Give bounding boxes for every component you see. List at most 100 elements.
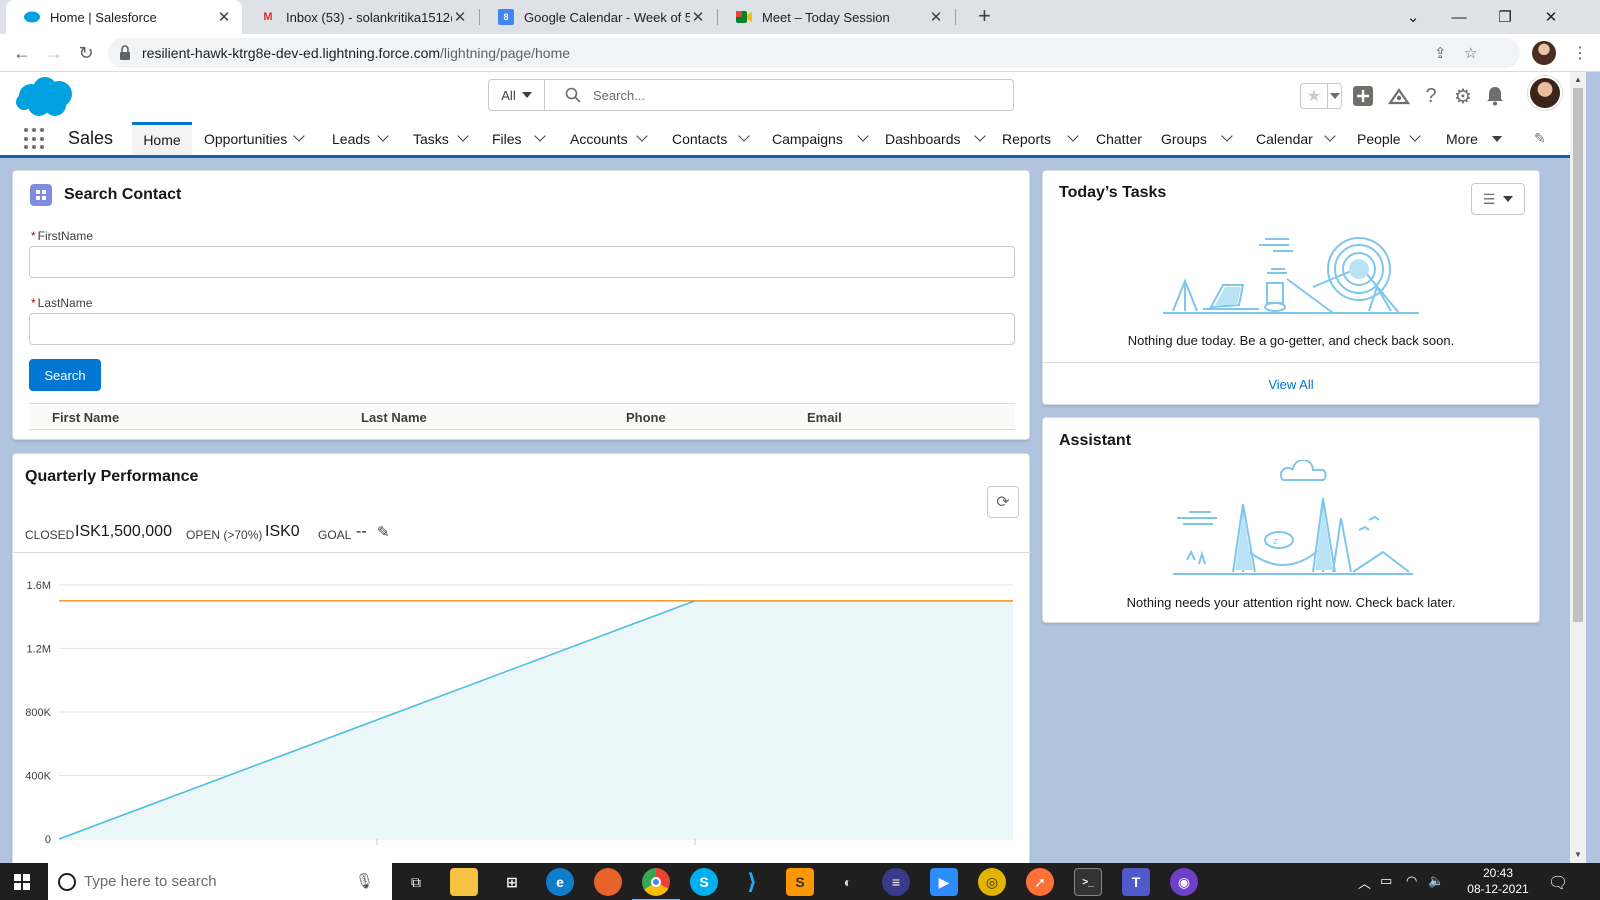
postman-icon[interactable]: ➚ (1026, 868, 1054, 896)
nav-item-chatter[interactable]: Chatter (1088, 122, 1162, 155)
file-explorer-icon[interactable] (450, 868, 478, 896)
scrollbar-thumb[interactable] (1573, 88, 1583, 622)
chevron-down-icon[interactable] (738, 130, 750, 142)
chevron-down-icon[interactable] (1221, 130, 1233, 142)
close-window-icon[interactable]: ✕ (1528, 0, 1574, 34)
user-avatar[interactable] (1528, 76, 1562, 110)
nav-item-tasks[interactable]: Tasks (405, 122, 473, 155)
github-desktop-icon[interactable]: ◉ (1170, 868, 1198, 896)
first-name-input[interactable] (29, 246, 1015, 278)
microsoft-store-icon[interactable]: ⊞ (498, 868, 526, 896)
edit-goal-pencil-icon[interactable]: ✎ (377, 523, 390, 541)
skype-icon[interactable]: S (690, 868, 718, 896)
system-clock[interactable]: 20:43 08-12-2021 (1466, 865, 1530, 897)
scroll-up-arrow-icon[interactable]: ▲ (1574, 75, 1582, 84)
column-header-first-name[interactable]: First Name (52, 410, 119, 425)
battery-icon[interactable]: ▭ (1380, 873, 1392, 889)
last-name-input[interactable] (29, 313, 1015, 345)
setup-gear-icon[interactable]: ⚙ (1450, 83, 1476, 109)
nav-item-opportunities[interactable]: Opportunities (196, 122, 312, 155)
nav-item-people[interactable]: People (1349, 122, 1427, 155)
windows-start-icon[interactable] (14, 874, 30, 890)
chevron-down-icon[interactable] (1067, 130, 1079, 142)
nav-item-leads[interactable]: Leads (324, 122, 392, 155)
browser-tab-salesforce[interactable]: Home | Salesforce ✕ (6, 0, 242, 34)
volume-icon[interactable]: 🔈 (1428, 873, 1444, 889)
sublime-text-icon[interactable]: S (786, 868, 814, 896)
firefox-icon[interactable] (594, 868, 622, 896)
tasks-filter-button[interactable]: ☰ (1471, 183, 1525, 215)
share-icon[interactable]: ⇪ (1434, 44, 1447, 62)
notifications-bell-icon[interactable] (1482, 83, 1508, 109)
nav-item-groups[interactable]: Groups (1153, 122, 1241, 155)
salesforce-logo[interactable] (15, 76, 75, 118)
app-icon[interactable]: ◎ (978, 868, 1006, 896)
chevron-down-icon[interactable] (377, 130, 389, 142)
global-actions-plus-icon[interactable] (1350, 83, 1376, 109)
task-view-icon[interactable]: ⧉ (402, 868, 430, 896)
browser-tab-gmail[interactable]: M Inbox (53) - solankritika1512@gm ✕ (242, 0, 478, 34)
nav-item-home[interactable]: Home (132, 122, 192, 155)
chevron-down-icon[interactable] (293, 130, 305, 142)
chevron-down-icon[interactable] (1324, 130, 1336, 142)
browser-tab-calendar[interactable]: 8 Google Calendar - Week of 5 Dec ✕ (480, 0, 716, 34)
vscode-icon[interactable]: ⟩ (738, 868, 766, 896)
close-tab-icon[interactable]: ✕ (452, 8, 468, 26)
trailhead-cloud-icon[interactable] (1386, 83, 1412, 109)
eclipse-ide-icon[interactable]: ≡ (882, 868, 910, 896)
scroll-down-arrow-icon[interactable]: ▼ (1574, 850, 1582, 859)
forward-arrow-icon[interactable]: → (42, 41, 66, 65)
chrome-icon[interactable] (632, 868, 680, 900)
restore-icon[interactable]: ❐ (1482, 0, 1528, 34)
zoom-icon[interactable]: ▶ (930, 868, 958, 896)
tab-search-chevron-icon[interactable]: ⌄ (1390, 0, 1436, 34)
nav-item-more[interactable]: More (1438, 122, 1512, 155)
close-tab-icon[interactable]: ✕ (690, 8, 706, 26)
chevron-down-icon[interactable] (1409, 130, 1421, 142)
close-tab-icon[interactable]: ✕ (928, 8, 944, 26)
eclipse-icon[interactable]: ◐ (834, 868, 862, 896)
back-arrow-icon[interactable]: ← (10, 41, 34, 65)
column-header-email[interactable]: Email (807, 410, 842, 425)
page-scrollbar[interactable]: ▲ ▼ (1570, 72, 1586, 863)
chevron-down-icon[interactable] (457, 130, 469, 142)
app-launcher-icon[interactable] (24, 128, 46, 150)
nav-item-contacts[interactable]: Contacts (664, 122, 756, 155)
chevron-down-icon[interactable] (857, 130, 869, 142)
nav-item-reports[interactable]: Reports (994, 122, 1088, 155)
search-button[interactable]: Search (29, 359, 101, 391)
show-hidden-icons-chevron-icon[interactable]: ︿ (1358, 873, 1371, 892)
search-scope-dropdown[interactable]: All (489, 80, 545, 110)
wifi-icon[interactable]: ◠ (1406, 873, 1417, 889)
new-tab-plus-icon[interactable]: + (978, 3, 991, 29)
view-all-link[interactable]: View All (1043, 362, 1539, 406)
taskbar-search-box[interactable]: Type here to search 🎙 (48, 863, 392, 900)
global-search-input[interactable] (593, 85, 993, 105)
browser-menu-icon[interactable]: ⋮ (1568, 41, 1592, 65)
chevron-down-icon[interactable] (636, 130, 648, 142)
bookmark-star-icon[interactable]: ☆ (1464, 44, 1477, 62)
nav-item-accounts[interactable]: Accounts (562, 122, 652, 155)
edge-icon[interactable]: e (546, 868, 574, 896)
nav-item-campaigns[interactable]: Campaigns (764, 122, 876, 155)
edit-nav-pencil-icon[interactable]: ✎ (1534, 130, 1546, 147)
favorites-button[interactable]: ★ (1300, 83, 1342, 109)
terminal-icon[interactable]: >_ (1074, 868, 1102, 896)
refresh-icon[interactable]: ⟳ (987, 486, 1019, 518)
reload-icon[interactable]: ↻ (74, 41, 98, 65)
browser-tab-meet[interactable]: Meet – Today Session ✕ (718, 0, 954, 34)
chevron-down-icon[interactable] (974, 130, 986, 142)
nav-item-files[interactable]: Files (484, 122, 552, 155)
minimize-icon[interactable]: — (1436, 0, 1482, 34)
microphone-icon[interactable]: 🎙 (355, 872, 374, 890)
address-bar[interactable]: resilient-hawk-ktrg8e-dev-ed.lightning.f… (108, 38, 1520, 68)
notifications-icon[interactable]: 🗨 (1548, 873, 1568, 893)
column-header-last-name[interactable]: Last Name (361, 410, 427, 425)
teams-icon[interactable]: T (1122, 868, 1150, 896)
close-tab-icon[interactable]: ✕ (216, 8, 232, 26)
chevron-down-icon[interactable] (534, 130, 546, 142)
column-header-phone[interactable]: Phone (626, 410, 666, 425)
help-icon[interactable]: ? (1418, 83, 1444, 109)
nav-item-calendar[interactable]: Calendar (1248, 122, 1344, 155)
browser-profile-avatar[interactable] (1532, 41, 1556, 65)
